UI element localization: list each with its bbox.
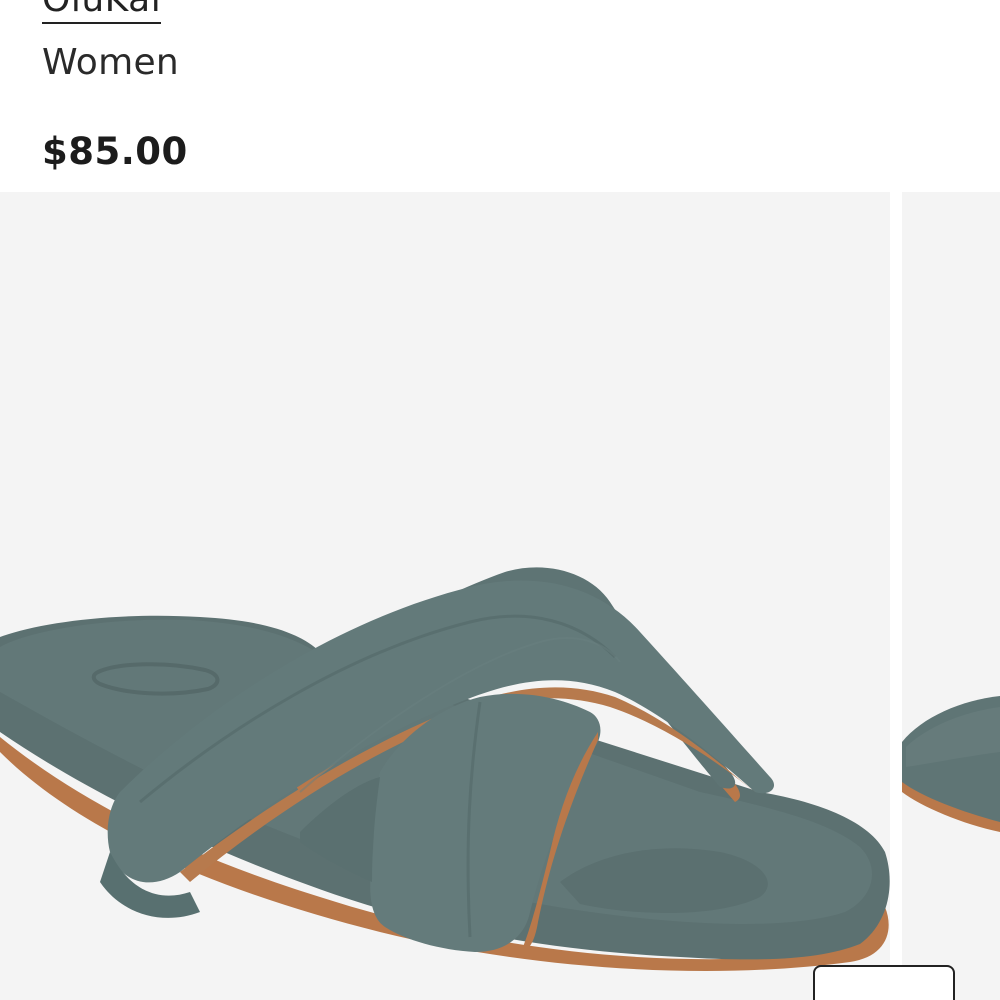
sandal-image-next [902,696,1000,832]
image-gallery[interactable] [0,192,1000,1000]
product-price: $85.00 [42,130,188,173]
gallery-slide-main[interactable] [0,192,890,1000]
product-page: OluKai Women $85.00 [0,0,1000,1000]
product-category: Women [42,42,180,83]
sandal-image [0,567,890,971]
brand-link[interactable]: OluKai [42,0,162,24]
gallery-slide-next[interactable] [902,192,1000,1000]
floating-button[interactable] [813,965,955,1000]
